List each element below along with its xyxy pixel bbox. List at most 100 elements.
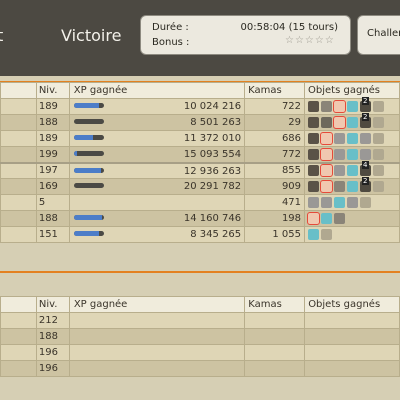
bow-icon[interactable] xyxy=(373,181,385,192)
potion-icon[interactable] xyxy=(308,229,320,240)
potion-icon[interactable] xyxy=(347,165,359,177)
potion-icon[interactable] xyxy=(347,101,359,112)
player-row[interactable]: 169 20 291 782 909 xyxy=(0,177,400,195)
glove-icon[interactable] xyxy=(334,213,346,224)
potion-icon[interactable] xyxy=(347,117,359,128)
glove-icon[interactable] xyxy=(334,181,346,192)
kamas-value: 198 xyxy=(281,213,302,224)
bow-icon[interactable] xyxy=(360,197,372,208)
player-row[interactable]: 5 471 xyxy=(0,194,400,211)
team2-table: Niv. XP gagnée Kamas Objets gagnés 212 188 196… xyxy=(0,296,400,377)
bow-icon[interactable] xyxy=(373,101,385,112)
items-cell xyxy=(304,97,400,115)
kamas-cell: 1 055 xyxy=(244,226,306,243)
potion-icon[interactable] xyxy=(334,197,346,208)
stone-icon[interactable] xyxy=(334,148,346,160)
xp-cell xyxy=(68,328,246,345)
level-cell: 189 xyxy=(35,98,70,115)
player-row[interactable]: 151 8 345 265 1 055 xyxy=(0,226,400,243)
result-truncated-text: t xyxy=(0,26,4,45)
level-value: 189 xyxy=(38,101,58,112)
items-list xyxy=(308,177,399,193)
badge-2-icon[interactable] xyxy=(360,97,372,112)
badge-4-icon[interactable] xyxy=(360,161,372,177)
player-name-cell xyxy=(0,360,37,377)
bow-icon[interactable] xyxy=(373,148,385,160)
selected-scroll-icon[interactable] xyxy=(320,164,334,178)
selected-scroll-icon[interactable] xyxy=(333,100,347,113)
items-header: Objets gagnés xyxy=(304,82,400,99)
player-row[interactable]: 196 xyxy=(0,360,400,377)
stone-icon[interactable] xyxy=(321,197,333,208)
player-row[interactable]: 212 xyxy=(0,312,400,329)
player-row[interactable]: 199 15 093 554 772 xyxy=(0,146,400,163)
kamas-cell xyxy=(244,344,306,361)
potion-icon[interactable] xyxy=(347,148,359,160)
items-cell xyxy=(304,210,400,227)
badge-2-icon[interactable] xyxy=(360,177,372,192)
badge-2-icon[interactable] xyxy=(360,113,372,128)
player-name-cell xyxy=(0,130,37,147)
xp-value: 8 345 265 xyxy=(190,229,242,240)
scroll-icon[interactable] xyxy=(308,133,320,144)
stone-icon[interactable] xyxy=(347,197,359,208)
items-cell xyxy=(304,113,400,131)
kamas-cell xyxy=(244,312,306,329)
level-value: 197 xyxy=(38,165,58,177)
kamas-value: 909 xyxy=(281,181,302,192)
selected-scroll-icon[interactable] xyxy=(333,116,347,129)
challenge-panel[interactable]: Challen xyxy=(357,15,400,55)
player-row[interactable]: 189 10 024 216 722 xyxy=(0,97,400,115)
items-header: Objets gagnés xyxy=(304,296,400,313)
bow-icon[interactable] xyxy=(373,133,385,144)
level-header: Niv. xyxy=(35,296,70,313)
xp-cell xyxy=(68,360,246,377)
scroll-icon[interactable] xyxy=(308,181,320,192)
player-row[interactable]: 188 14 160 746 198 xyxy=(0,210,400,227)
level-cell: 212 xyxy=(35,312,70,329)
stone-icon[interactable] xyxy=(360,148,372,160)
player-row[interactable]: 197 12 936 263 855 xyxy=(0,161,400,179)
stone-icon[interactable] xyxy=(334,133,346,144)
potion-icon[interactable] xyxy=(347,181,359,192)
bow-icon[interactable] xyxy=(373,165,385,177)
hat-icon[interactable] xyxy=(321,117,333,128)
xp-progress-fill xyxy=(73,215,103,220)
player-row[interactable]: 188 xyxy=(0,328,400,345)
player-row[interactable]: 189 11 372 010 686 xyxy=(0,130,400,147)
duration-value: 00:58:04 (15 tours) xyxy=(240,22,339,33)
stone-icon[interactable] xyxy=(334,165,346,177)
player-name-cell xyxy=(0,194,37,211)
selected-scroll-icon[interactable] xyxy=(320,132,334,145)
xp-header-label: XP gagnée xyxy=(73,299,128,310)
kamas-header-label: Kamas xyxy=(248,299,282,310)
table-header-row: Niv. XP gagnée Kamas Objets gagnés xyxy=(0,296,400,313)
scroll-icon[interactable] xyxy=(308,117,320,128)
glove-icon[interactable] xyxy=(321,101,333,112)
level-cell: 188 xyxy=(35,114,70,131)
stone-icon[interactable] xyxy=(308,197,320,208)
selected-scroll-icon[interactable] xyxy=(320,147,334,161)
player-row[interactable]: 196 xyxy=(0,344,400,361)
potion-icon[interactable] xyxy=(321,213,333,224)
items-cell xyxy=(304,328,400,345)
player-row[interactable]: 188 8 501 263 29 xyxy=(0,113,400,131)
selected-scroll-icon[interactable] xyxy=(320,180,334,193)
scroll-icon[interactable] xyxy=(308,148,320,160)
xp-cell: 11 372 010 xyxy=(68,130,246,147)
xp-progress-fill xyxy=(73,151,77,156)
xp-progress-bar xyxy=(73,167,104,173)
items-list xyxy=(308,147,399,161)
xp-value: 15 093 554 xyxy=(183,149,242,160)
stone-icon[interactable] xyxy=(360,133,372,144)
bow-icon[interactable] xyxy=(321,229,333,240)
level-header-label: Niv. xyxy=(38,299,58,310)
scroll-icon[interactable] xyxy=(308,165,320,177)
selected-scroll-icon[interactable] xyxy=(307,212,321,225)
scroll-icon[interactable] xyxy=(308,101,320,112)
bonus-stars: ☆☆☆☆☆ xyxy=(285,35,335,46)
level-cell: 169 xyxy=(35,178,70,195)
potion-icon[interactable] xyxy=(347,133,359,144)
challenge-label: Challen xyxy=(367,28,400,39)
bow-icon[interactable] xyxy=(373,117,385,128)
